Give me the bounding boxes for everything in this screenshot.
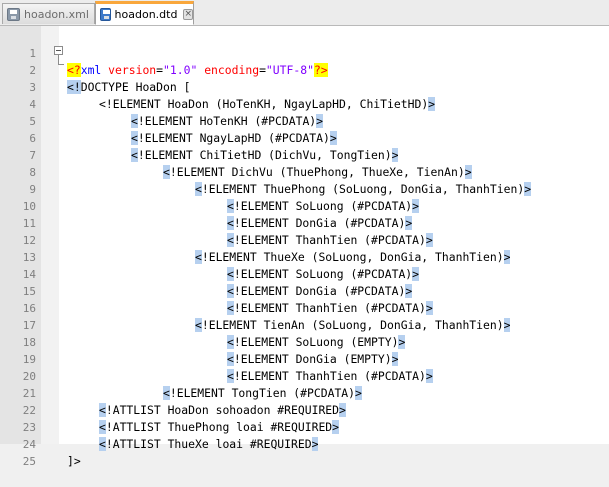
code-line: 25 [0, 436, 609, 468]
code-line: 23 <!ATTLIST ThueXe loai #REQUIRED> [0, 402, 609, 451]
code-line: 4 <!ELEMENT HoTenKH (#PCDATA)> [0, 79, 609, 128]
code-line: 13 <!ELEMENT SoLuong (#PCDATA)> [0, 232, 609, 281]
close-icon[interactable]: × [183, 8, 193, 20]
disk-icon [100, 7, 111, 21]
code-line: 5 <!ELEMENT NgayLapHD (#PCDATA)> [0, 96, 609, 145]
code-line: 3 <!ELEMENT HoaDon (HoTenKH, NgayLapHD, … [0, 62, 609, 111]
code-line: 10 <!ELEMENT DonGia (#PCDATA)> [0, 181, 609, 230]
code-editor[interactable]: 1 <?xml version="1.0" encoding="UTF-8"?>… [0, 26, 609, 468]
code-line: 24 ]> [0, 419, 609, 468]
tab-hoadon-xml[interactable]: hoadon.xml [2, 3, 95, 24]
code-line: 9 <!ELEMENT SoLuong (#PCDATA)> [0, 164, 609, 213]
tab-label: hoadon.xml [24, 7, 89, 21]
code-line: 17 <!ELEMENT SoLuong (EMPTY)> [0, 300, 609, 349]
tab-hoadon-dtd[interactable]: hoadon.dtd × [95, 1, 194, 25]
code-line: 18 <!ELEMENT DonGia (EMPTY)> [0, 317, 609, 366]
code-line: 22 <!ATTLIST ThuePhong loai #REQUIRED> [0, 385, 609, 434]
disk-icon [7, 7, 20, 21]
code-line: 21 <!ATTLIST HoaDon sohoadon #REQUIRED> [0, 368, 609, 417]
line-number: 25 [22, 455, 36, 468]
code-line: 20 <!ELEMENT TongTien (#PCDATA)> [0, 351, 609, 400]
code-line: 2 <!DOCTYPE HoaDon [ [0, 45, 609, 94]
code-line: 15 <!ELEMENT ThanhTien (#PCDATA)> [0, 266, 609, 315]
tab-label: hoadon.dtd [114, 7, 178, 21]
code-line: 11 <!ELEMENT ThanhTien (#PCDATA)> [0, 198, 609, 247]
code-line: 16 <!ELEMENT TienAn (SoLuong, DonGia, Th… [0, 283, 609, 332]
tab-bar: hoadon.xml hoadon.dtd × [0, 0, 609, 26]
code-line: 12 <!ELEMENT ThueXe (SoLuong, DonGia, Th… [0, 215, 609, 264]
code-line: 8 <!ELEMENT ThuePhong (SoLuong, DonGia, … [0, 147, 609, 196]
code-line: 1 <?xml version="1.0" encoding="UTF-8"?> [0, 28, 609, 77]
code-line: 14 <!ELEMENT DonGia (#PCDATA)> [0, 249, 609, 298]
code-line: 7 <!ELEMENT DichVu (ThuePhong, ThueXe, T… [0, 130, 609, 179]
line-content: ]> [67, 454, 81, 468]
code-line: 19 <!ELEMENT ThanhTien (#PCDATA)> [0, 334, 609, 383]
code-line: 6 <!ELEMENT ChiTietHD (DichVu, TongTien)… [0, 113, 609, 162]
